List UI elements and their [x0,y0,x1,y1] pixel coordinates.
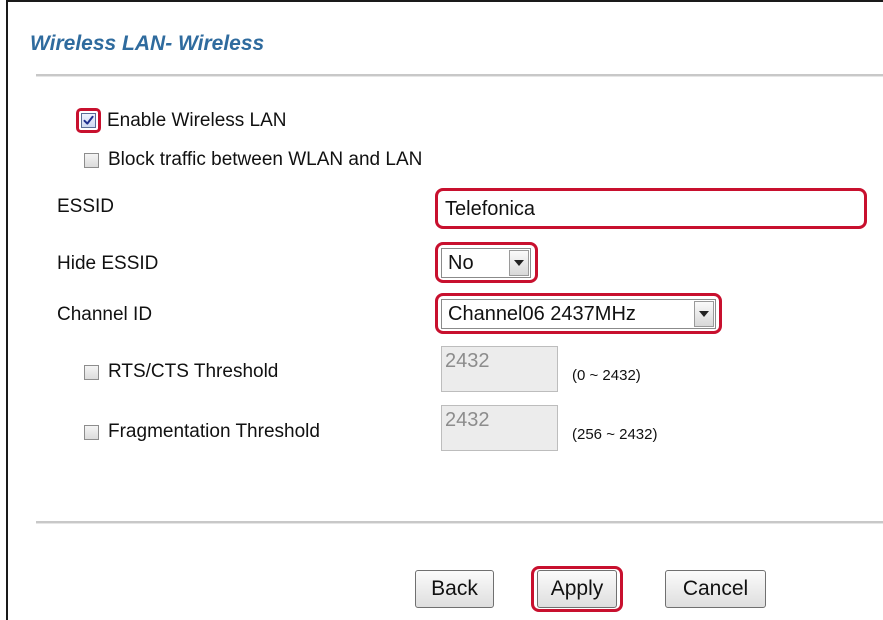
rts-cts-range: (0 ~ 2432) [572,367,641,384]
title-divider [36,74,883,77]
enable-wlan-label: Enable Wireless LAN [107,109,287,131]
fragmentation-row: Fragmentation Threshold [84,421,320,443]
block-traffic-row: Block traffic between WLAN and LAN [84,149,422,171]
page-title: Wireless LAN- Wireless [30,32,265,55]
rts-cts-row: RTS/CTS Threshold [84,361,278,383]
cancel-button[interactable]: Cancel [665,570,766,608]
channel-id-label: Channel ID [57,304,153,325]
block-traffic-checkbox[interactable] [84,152,99,168]
hide-essid-select[interactable]: No [441,248,531,278]
fragmentation-input[interactable]: 2432 [441,405,558,451]
rts-cts-input[interactable]: 2432 [441,346,558,392]
rts-cts-checkbox[interactable] [84,364,99,380]
enable-wlan-highlight [76,108,101,133]
fragmentation-label: Fragmentation Threshold [108,421,320,442]
block-traffic-label: Block traffic between WLAN and LAN [108,149,423,170]
essid-input[interactable] [441,194,861,224]
hide-essid-value: No [448,251,474,274]
channel-id-select[interactable]: Channel06 2437MHz [441,299,716,329]
checkmark-icon [83,115,94,125]
fragmentation-checkbox[interactable] [84,424,99,440]
chevron-down-icon[interactable] [509,250,529,276]
back-button[interactable]: Back [415,570,494,608]
fragmentation-range: (256 ~ 2432) [572,426,658,443]
buttons-divider [36,521,883,524]
enable-wlan-checkbox[interactable] [81,113,96,128]
enable-wlan-row: Enable Wireless LAN [76,108,287,133]
essid-label: ESSID [57,196,115,217]
channel-id-value: Channel06 2437MHz [448,302,636,325]
hide-essid-label: Hide ESSID [57,253,159,274]
rts-cts-label: RTS/CTS Threshold [108,361,279,382]
apply-button[interactable]: Apply [537,570,617,608]
chevron-down-icon[interactable] [694,301,714,327]
